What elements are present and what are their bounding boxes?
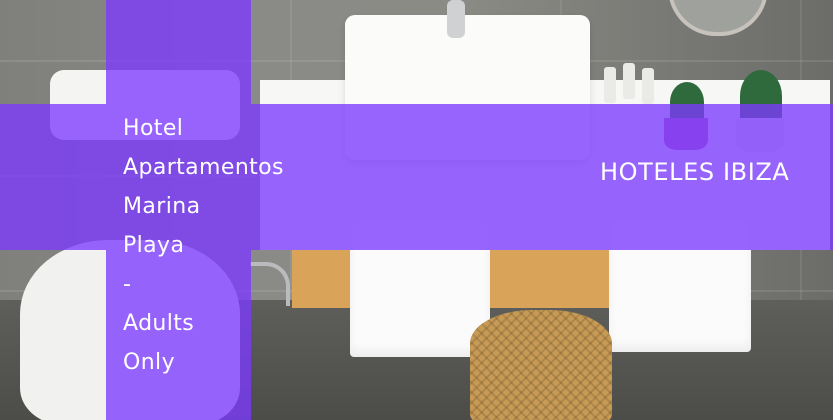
hotel-name-line: Apartamentos bbox=[123, 155, 284, 180]
hotel-name-line: Playa bbox=[123, 233, 185, 258]
toiletry-bottle bbox=[642, 68, 654, 104]
toiletry-bottle bbox=[604, 67, 616, 103]
hotel-name-line: - bbox=[123, 272, 132, 297]
hotel-name-line: Only bbox=[123, 350, 175, 375]
faucet bbox=[447, 0, 465, 38]
toiletry-bottle bbox=[623, 63, 635, 99]
category-label: HOTELES IBIZA bbox=[600, 158, 790, 186]
hotel-name: Hotel Apartamentos Marina Playa - Adults… bbox=[123, 109, 293, 382]
hotel-name-line: Marina bbox=[123, 194, 201, 219]
overlay-band-left bbox=[0, 104, 106, 250]
wicker-basket bbox=[470, 310, 612, 420]
hotel-name-line: Adults bbox=[123, 311, 195, 336]
hotel-name-line: Hotel bbox=[123, 116, 184, 141]
round-mirror bbox=[668, 0, 768, 36]
